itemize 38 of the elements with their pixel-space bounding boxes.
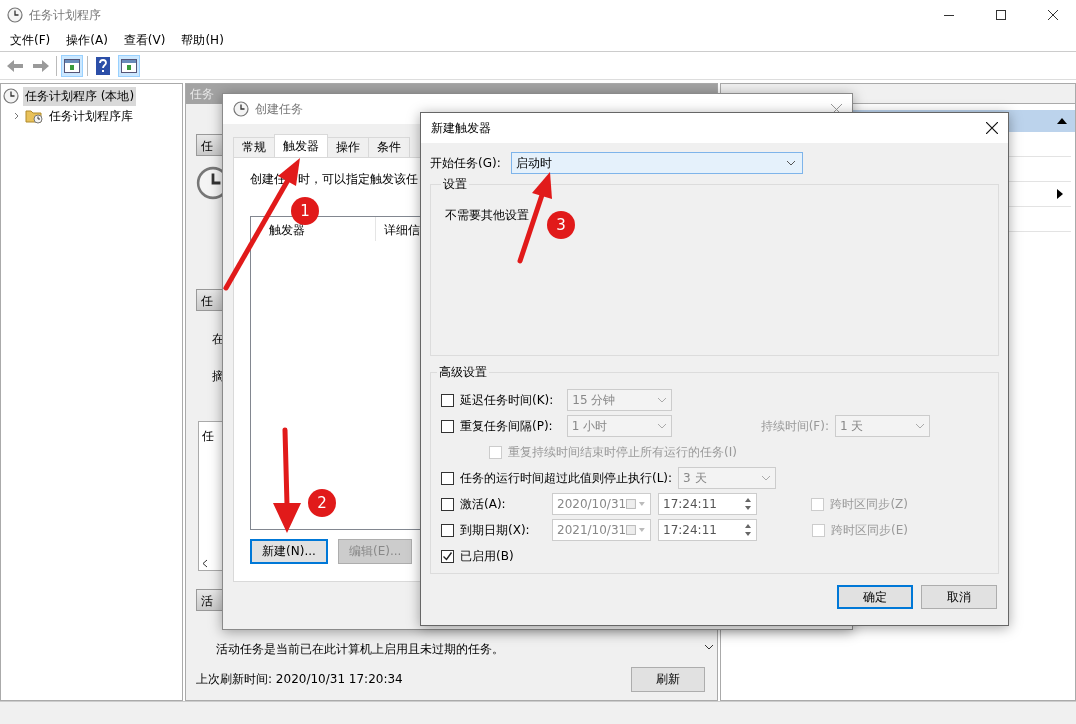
group-title: 高级设置 — [438, 364, 488, 381]
menu-item[interactable]: 查看(V) — [115, 32, 174, 49]
menu-item[interactable]: 操作(A) — [58, 32, 116, 49]
settings-text: 不需要其他设置 — [445, 208, 529, 222]
tab[interactable]: 条件 — [368, 137, 410, 157]
dialog-title: 新建触发器 — [431, 119, 492, 137]
option-label: 激活(A): — [460, 495, 507, 513]
date-picker[interactable]: 2021/10/31 — [552, 519, 651, 541]
tree-item[interactable]: 任务计划程序库 — [47, 106, 135, 126]
cancel-button[interactable]: 取消 — [921, 585, 997, 609]
option-label: 已启用(B) — [460, 547, 514, 565]
option-label: 到期日期(X): — [460, 521, 531, 539]
tab[interactable]: 触发器 — [274, 134, 328, 157]
option-label: 任务的运行时间超过此值则停止执行(L): — [460, 469, 673, 487]
time-spinner[interactable]: 17:24:11 — [658, 519, 757, 541]
start-task-label: 开始任务(G): — [430, 154, 501, 172]
new-button[interactable]: 新建(N)... — [250, 539, 328, 564]
window-title: 任务计划程序 — [29, 6, 102, 24]
tree-item[interactable]: 任务计划程序 (本地) — [23, 86, 137, 106]
time-spinner[interactable]: 17:24:11 — [658, 493, 757, 515]
tab[interactable]: 常规 — [233, 137, 275, 157]
start-task-dropdown[interactable]: 启动时 — [510, 152, 803, 174]
option-label: 重复持续时间结束时停止所有运行的任务(I) — [508, 443, 737, 461]
menu-item[interactable]: 帮助(H) — [173, 32, 232, 49]
summary-note: 活动任务是当前已在此计算机上启用且未过期的任务。 — [216, 641, 505, 658]
refresh-button[interactable]: 刷新 — [631, 666, 705, 692]
last-refresh-text: 上次刷新时间: 2020/10/31 17:20:34 — [196, 670, 403, 688]
description-text: 时，可以指定触发该任 — [298, 171, 418, 188]
menu-item[interactable]: 文件(F) — [2, 32, 59, 49]
column-header: 任 — [202, 428, 214, 445]
ok-button[interactable]: 确定 — [837, 585, 913, 609]
option-label: 持续时间(F): — [760, 417, 829, 435]
option-label: 跨时区同步(Z) — [830, 495, 908, 513]
option-label: 延迟任务时间(K): — [460, 391, 554, 409]
option-label: 重复任务间隔(P): — [460, 417, 553, 435]
option-label: 跨时区同步(E) — [831, 521, 908, 539]
group-title: 设置 — [442, 176, 468, 193]
date-picker[interactable]: 2020/10/31 — [552, 493, 651, 515]
